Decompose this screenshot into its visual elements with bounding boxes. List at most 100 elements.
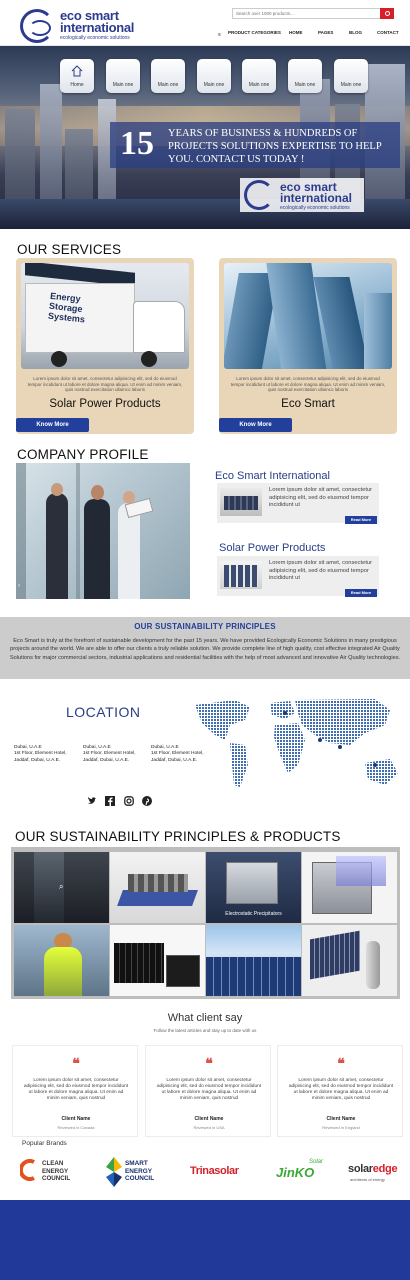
hero-logo-tagline: ecologically economic solutions <box>280 205 350 211</box>
profile-thumbnail <box>220 488 262 516</box>
address-block: Dubai, U.A.E 1st Floor, Element Hotel, J… <box>14 745 80 764</box>
logo-tagline: ecologically economic solutions <box>60 35 130 41</box>
hero-button-main[interactable]: Main one <box>197 59 231 93</box>
product-tile[interactable] <box>302 852 397 923</box>
quote-icon: ❝ <box>72 1057 80 1072</box>
nav-contact[interactable]: CONTACT <box>377 30 399 35</box>
products-grid: ⌕ Electrostatic Precipitators <box>11 847 400 999</box>
hero-button-label: Main one <box>203 82 225 88</box>
company-profile-image: ‹ <box>16 463 190 599</box>
know-more-button[interactable]: Know More <box>219 418 292 432</box>
client-location: Reviewed in USA <box>193 1125 225 1130</box>
brand-text: Trinasolar <box>190 1165 239 1177</box>
testimonial-card: ❝ Lorem ipsum dolor sit amet, consectetu… <box>145 1045 271 1137</box>
site-logo[interactable]: eco smart international ecologically eco… <box>20 9 144 43</box>
brand-text: edge <box>372 1163 398 1175</box>
service-title: Solar Power Products <box>49 398 161 410</box>
hero-button-home[interactable]: Home <box>60 59 94 93</box>
search-input[interactable] <box>233 9 379 18</box>
facebook-icon[interactable] <box>105 796 115 806</box>
hero-button-main[interactable]: Main one <box>151 59 185 93</box>
hero-button-main[interactable]: Main one <box>106 59 140 93</box>
brand-smart-energy-council[interactable]: SMART ENERGY COUNCIL <box>106 1155 166 1189</box>
brand-trinasolar[interactable]: Trinasolar <box>190 1155 248 1189</box>
product-tile[interactable] <box>110 852 205 923</box>
nav-pages[interactable]: PAGES <box>318 30 333 35</box>
carousel-arrow-left-icon[interactable]: ‹ <box>18 583 20 589</box>
profile-thumbnail <box>220 561 262 589</box>
hero-message-text: YEARS OF BUSINESS & HUNDREDS OF PROJECTS… <box>168 128 382 165</box>
world-map <box>195 699 398 787</box>
home-icon <box>71 65 83 77</box>
brand-text: ENERGY <box>42 1167 69 1175</box>
read-more-button[interactable]: Read More <box>345 589 377 597</box>
hero-logo-line2: international <box>280 191 353 205</box>
hero-button-label: Main one <box>294 82 316 88</box>
brand-clean-energy-council[interactable]: CLEAN ENERGY COUNCIL <box>20 1155 78 1189</box>
hero-logo: eco smart international ecologically eco… <box>240 178 364 212</box>
product-tile[interactable]: ⌕ <box>14 852 109 923</box>
search-button[interactable] <box>380 8 394 19</box>
client-name: Client Name <box>194 1116 224 1122</box>
twitter-icon[interactable] <box>87 796 97 806</box>
product-tile[interactable] <box>206 925 301 996</box>
services-title: OUR SERVICES <box>17 242 122 257</box>
popular-brands-title: Popular Brands <box>22 1140 67 1147</box>
hero-button-main[interactable]: Main one <box>288 59 322 93</box>
know-more-button[interactable]: Know More <box>16 418 89 432</box>
brand-solaredge[interactable]: solaredge architects of energy <box>348 1155 406 1189</box>
brand-text: COUNCIL <box>125 1175 155 1182</box>
testimonial-text: Lorem ipsum dolor sit amet, consectetur … <box>288 1078 394 1101</box>
search-icon[interactable]: ⌕ <box>59 882 63 892</box>
profile-heading: Eco Smart International <box>215 470 330 482</box>
hero-button-label: Main one <box>157 82 179 88</box>
product-tile[interactable] <box>110 925 205 996</box>
brand-text: Solar <box>309 1159 324 1165</box>
nav-blog[interactable]: BLOG <box>349 30 362 35</box>
product-tile-label: Electrostatic Precipitators <box>225 911 282 917</box>
profile-box: Lorem ipsum dolor sit amet, consectetur … <box>217 483 379 524</box>
sustainability-band: OUR SUSTAINABILITY PRINCIPLES Eco Smart … <box>0 617 410 679</box>
product-tile[interactable] <box>302 925 397 996</box>
service-description: Lorem ipsum dolor sit amet, consectetur … <box>230 376 386 392</box>
profile-text: Lorem ipsum dolor sit amet, consectetur … <box>269 487 373 508</box>
smart-energy-logo-icon <box>106 1157 122 1187</box>
profile-text: Lorem ipsum dolor sit amet, consectetur … <box>269 560 373 581</box>
address-line2: Jaddaf, Dubai, U.A.E. <box>14 757 61 763</box>
principles-title: OUR SUSTAINABILITY PRINCIPLES <box>134 622 276 631</box>
hero-button-main[interactable]: Main one <box>242 59 276 93</box>
brand-text: JinKO <box>276 1165 315 1180</box>
service-card: Energy Storage Systems Lorem ipsum dolor… <box>16 258 194 434</box>
testimonial-text: Lorem ipsum dolor sit amet, consectetur … <box>23 1078 129 1101</box>
hero-banner: Home Main one Main one Main one Main one… <box>0 46 410 229</box>
quote-icon: ❝ <box>205 1057 213 1072</box>
testimonial-card: ❝ Lorem ipsum dolor sit amet, consectetu… <box>12 1045 138 1137</box>
nav-product-categories[interactable]: PRODUCT CATEGORIES <box>228 30 281 35</box>
pinterest-icon[interactable] <box>142 796 152 806</box>
brand-jinko-solar[interactable]: JinKO Solar <box>276 1155 334 1189</box>
principles-text: Eco Smart is truly at the forefront of s… <box>9 638 401 661</box>
client-location: Reviewed in England <box>322 1125 360 1130</box>
hero-button-main[interactable]: Main one <box>334 59 368 93</box>
search-bar <box>232 8 394 19</box>
site-header: eco smart international ecologically eco… <box>0 0 410 46</box>
address-line2: Jaddaf, Dubai, U.A.E. <box>83 757 130 763</box>
nav-home[interactable]: HOME <box>289 30 303 35</box>
testimonial-text: Lorem ipsum dolor sit amet, consectetur … <box>156 1078 262 1101</box>
client-name: Client Name <box>326 1116 356 1122</box>
service-card: Lorem ipsum dolor sit amet, consectetur … <box>219 258 397 434</box>
logo-line2: international <box>60 20 135 35</box>
product-tile[interactable]: Electrostatic Precipitators <box>206 852 301 923</box>
products-title: OUR SUSTAINABILITY PRINCIPLES & PRODUCTS <box>15 829 341 844</box>
read-more-button[interactable]: Read More <box>345 516 377 524</box>
brand-text: SMART <box>125 1160 148 1167</box>
testimonials-subtitle: Follow the latest articles and stay up t… <box>153 1028 257 1033</box>
site-footer <box>0 1200 410 1280</box>
clean-energy-logo-icon <box>20 1159 35 1181</box>
hero-button-label: Home <box>70 82 84 88</box>
logo-mark-icon <box>20 9 54 43</box>
instagram-icon[interactable] <box>124 796 134 806</box>
product-tile[interactable] <box>14 925 109 996</box>
company-profile-title: COMPANY PROFILE <box>17 447 149 462</box>
brand-text: CLEAN <box>42 1160 64 1167</box>
